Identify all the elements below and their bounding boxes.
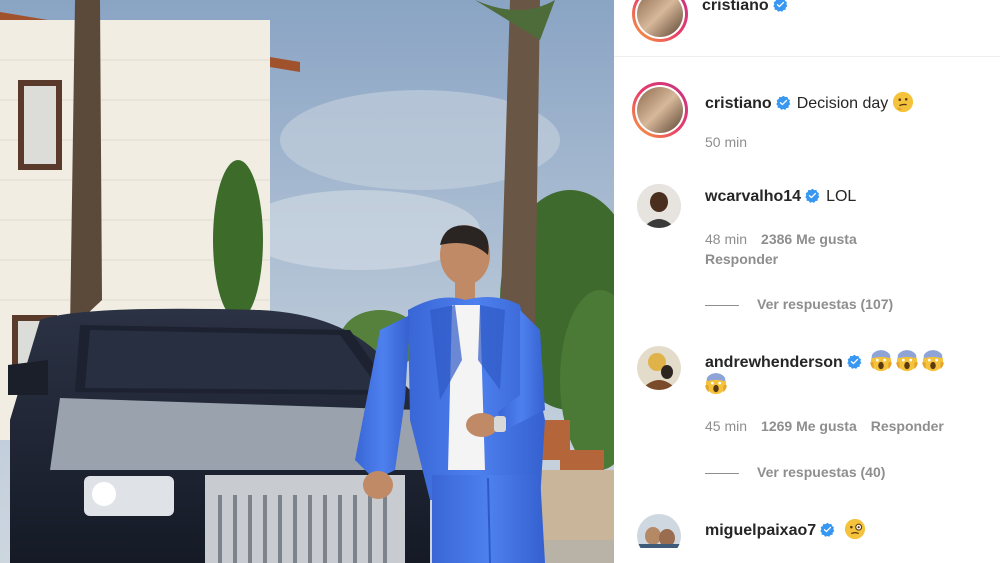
view-replies-link[interactable]: Ver respuestas (40)	[705, 464, 885, 480]
screaming-face-icon	[896, 350, 919, 372]
caption-row: cristiano Decision day	[705, 91, 914, 113]
verified-badge-icon	[820, 522, 835, 537]
comment-time: 48 min	[705, 231, 748, 247]
caption-username[interactable]: cristiano	[705, 95, 772, 112]
panel-bottom-fade	[614, 548, 1000, 563]
comment-username[interactable]: wcarvalho14	[705, 188, 801, 205]
comment-time: 45 min	[705, 418, 748, 434]
comments-panel: cristiano cristiano Decision day 50 min w…	[614, 0, 1000, 563]
comment-likes[interactable]: 2386 Me gusta	[761, 231, 857, 247]
replies-divider	[705, 472, 739, 474]
caption-meta: 50 min	[705, 134, 761, 150]
comment-likes[interactable]: 1269 Me gusta	[761, 418, 857, 434]
verified-badge-icon	[805, 188, 820, 203]
comment-meta: 45 min 1269 Me gusta Responder	[705, 418, 958, 434]
comment-emoji-overflow	[705, 373, 727, 395]
view-replies-label[interactable]: Ver respuestas (107)	[757, 296, 893, 312]
screaming-face-icon	[922, 350, 945, 372]
post-photo[interactable]	[0, 0, 614, 563]
reply-button[interactable]: Responder	[705, 251, 778, 267]
view-replies-link[interactable]: Ver respuestas (107)	[705, 296, 893, 312]
comment-reply-row: Responder	[705, 251, 792, 267]
comment-username[interactable]: miguelpaixao7	[705, 522, 816, 539]
post-header: cristiano	[614, 0, 1000, 57]
profile-avatar[interactable]	[632, 0, 688, 42]
replies-divider	[705, 304, 739, 306]
face-with-monocle-icon	[844, 518, 865, 540]
verified-badge-icon	[775, 95, 791, 110]
comment-row: andrewhenderson	[705, 350, 945, 372]
comment-avatar[interactable]	[637, 184, 681, 228]
caption-time: 50 min	[705, 134, 748, 150]
header-username[interactable]: cristiano	[702, 0, 769, 14]
thinking-face-icon	[893, 91, 914, 113]
screaming-face-icon	[870, 350, 893, 372]
screaming-face-icon	[705, 373, 727, 395]
verified-badge-icon	[772, 0, 788, 12]
comment-avatar[interactable]	[637, 346, 681, 390]
comment-text: LOL	[826, 188, 857, 205]
verified-badge-icon	[847, 354, 862, 369]
post-image	[0, 0, 614, 563]
comment-row: miguelpaixao7	[705, 518, 866, 540]
reply-button[interactable]: Responder	[871, 418, 944, 434]
comment-row: wcarvalho14 LOL	[705, 188, 856, 206]
comment-meta: 48 min 2386 Me gusta	[705, 231, 871, 247]
caption-text: Decision day	[796, 95, 889, 112]
header-username-row[interactable]: cristiano	[702, 0, 788, 15]
caption-avatar[interactable]	[632, 82, 688, 138]
view-replies-label[interactable]: Ver respuestas (40)	[757, 464, 885, 480]
comment-username[interactable]: andrewhenderson	[705, 354, 843, 371]
